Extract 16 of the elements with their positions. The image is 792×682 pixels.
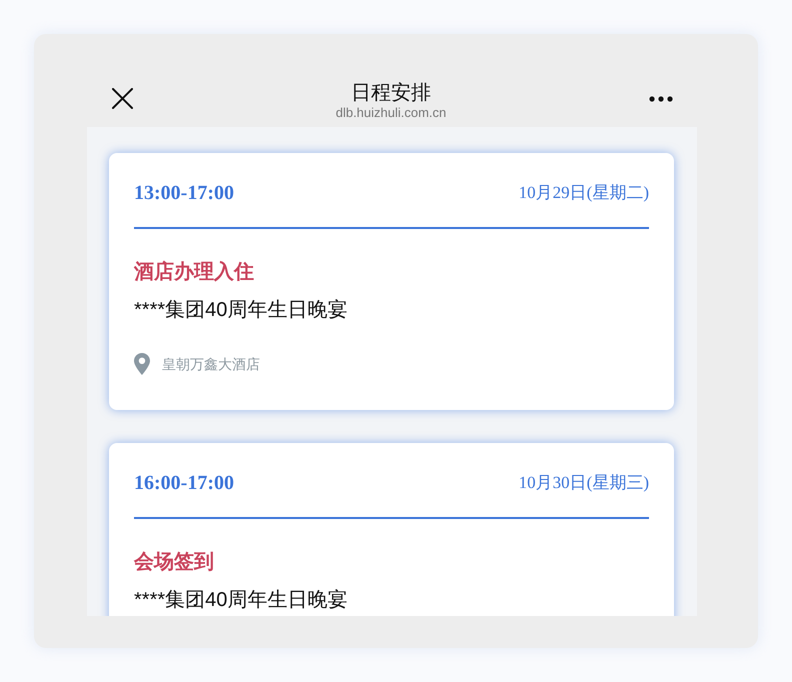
event-date: 10月30日(星期三) bbox=[518, 472, 649, 494]
event-location: 皇朝万鑫大酒店 bbox=[162, 354, 260, 374]
close-icon[interactable] bbox=[112, 88, 133, 109]
event-date: 10月29日(星期二) bbox=[518, 182, 649, 204]
event-title: 会场签到 bbox=[134, 550, 215, 575]
event-time: 13:00-17:00 bbox=[134, 181, 234, 206]
event-card[interactable]: 13:00-17:00 10月29日(星期二) 酒店办理入住 ****集团40周年生日晚宴 皇朝万鑫大酒店 bbox=[109, 153, 674, 410]
event-card[interactable]: 16:00-17:00 10月30日(星期三) 会场签到 ****集团40周年生日晚宴 bbox=[109, 443, 674, 616]
map-pin-icon bbox=[134, 353, 150, 375]
event-subtitle: ****集团40周年生日晚宴 bbox=[134, 588, 348, 613]
more-icon[interactable] bbox=[649, 96, 673, 102]
event-title: 酒店办理入住 bbox=[134, 260, 255, 285]
event-subtitle: ****集团40周年生日晚宴 bbox=[134, 298, 348, 323]
event-time: 16:00-17:00 bbox=[134, 471, 234, 496]
page-url: dlb.huizhuli.com.cn bbox=[336, 104, 446, 120]
page-title: 日程安排 bbox=[351, 80, 431, 104]
